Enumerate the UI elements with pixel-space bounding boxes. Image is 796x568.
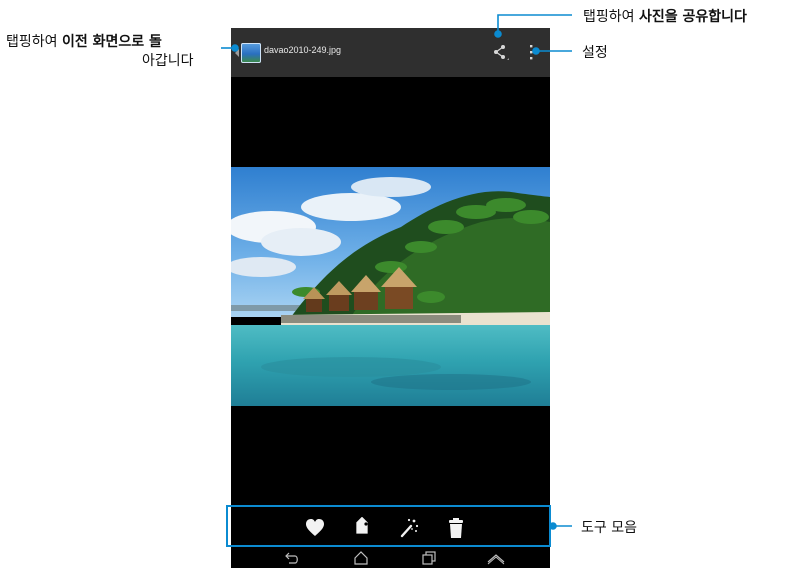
recent-apps-icon[interactable]	[420, 551, 438, 565]
back-icon[interactable]	[283, 551, 301, 565]
menu-up-icon[interactable]	[487, 551, 505, 565]
phone-screen: davao2010-249.jpg	[231, 28, 550, 568]
share-icon[interactable]	[489, 41, 511, 63]
back-callout-line1: 탭핑하여 이전 화면으로 돌	[6, 31, 162, 51]
share-callout: 탭핑하여 사진을 공유합니다	[583, 6, 747, 26]
file-name: davao2010-249.jpg	[264, 45, 342, 55]
home-icon[interactable]	[352, 551, 370, 565]
back-caret-icon	[235, 49, 239, 57]
toolbar-highlight-frame	[226, 505, 551, 547]
gallery-app-icon	[241, 43, 261, 63]
back-callout-prefix: 탭핑하여	[6, 34, 62, 50]
overflow-menu-icon[interactable]	[525, 41, 537, 63]
back-callout-line2: 아갑니다	[142, 53, 194, 69]
action-bar: davao2010-249.jpg	[231, 28, 550, 77]
toolbar-callout: 도구 모음	[581, 520, 637, 536]
share-callout-prefix: 탭핑하여	[583, 9, 639, 25]
back-button[interactable]	[235, 41, 261, 65]
photo-image[interactable]	[231, 167, 550, 406]
settings-callout: 설정	[582, 45, 608, 61]
system-navbar	[231, 548, 550, 568]
back-callout-bold: 이전 화면으로 돌	[61, 34, 162, 50]
share-callout-bold: 사진을 공유합니다	[638, 9, 747, 25]
